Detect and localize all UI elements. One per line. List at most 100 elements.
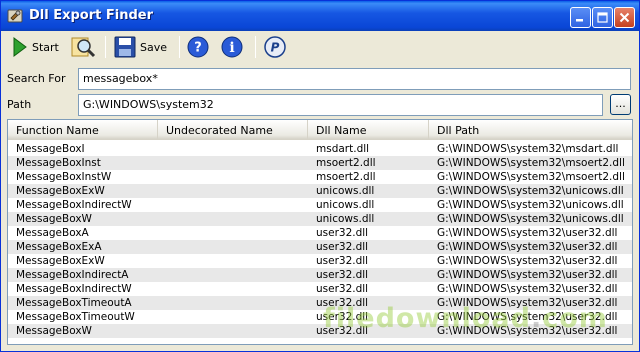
svg-text:P: P bbox=[271, 41, 280, 55]
dll-name-cell: user32.dll bbox=[316, 283, 369, 295]
table-row[interactable]: MessageBoxIndirectW unicows.dll G:\WINDOWS… bbox=[8, 198, 632, 212]
function-name-cell: MessageBoxA bbox=[16, 227, 89, 239]
undecorated-name-cell bbox=[166, 226, 312, 240]
app-window: Dll Export Finder Start Save ? i P Searc… bbox=[0, 0, 640, 352]
undecorated-name-cell bbox=[166, 184, 312, 198]
window-title: Dll Export Finder bbox=[29, 8, 154, 23]
save-button[interactable]: Save bbox=[114, 34, 167, 60]
undecorated-name-cell bbox=[166, 156, 312, 170]
list-header: Function Name Undecorated Name Dll Name … bbox=[8, 120, 632, 140]
table-row[interactable]: MessageBoxI msdart.dll G:\WINDOWS\system32… bbox=[8, 142, 632, 156]
function-name-cell: MessageBoxTimeoutW bbox=[16, 311, 135, 323]
table-row[interactable]: MessageBoxIndirectA user32.dll G:\WINDOWS\… bbox=[8, 268, 632, 282]
dll-name-cell: msoert2.dll bbox=[316, 157, 376, 169]
column-header-dll-name[interactable]: Dll Name bbox=[308, 120, 429, 140]
dll-name-cell: user32.dll bbox=[316, 241, 369, 253]
table-row[interactable]: MessageBoxExW user32.dll G:\WINDOWS\system… bbox=[8, 254, 632, 268]
function-name-cell: MessageBoxIndirectA bbox=[16, 269, 129, 281]
function-name-cell: MessageBoxExA bbox=[16, 241, 102, 253]
maximize-button[interactable] bbox=[592, 7, 613, 28]
undecorated-name-cell bbox=[166, 198, 312, 212]
dll-path-cell: G:\WINDOWS\system32\user32.dll bbox=[437, 283, 618, 295]
floppy-icon bbox=[114, 36, 136, 58]
paypal-icon: P bbox=[264, 36, 286, 58]
undecorated-name-cell bbox=[166, 240, 312, 254]
column-header-function-name[interactable]: Function Name bbox=[8, 120, 158, 140]
dll-name-cell: user32.dll bbox=[316, 269, 369, 281]
path-input[interactable]: G:\WINDOWS\system32 bbox=[78, 94, 603, 116]
toolbar-separator bbox=[255, 36, 256, 58]
function-name-cell: MessageBoxI bbox=[16, 143, 85, 155]
play-icon bbox=[13, 37, 27, 57]
undecorated-name-cell bbox=[166, 170, 312, 184]
dll-name-cell: msdart.dll bbox=[316, 143, 370, 155]
search-for-label: Search For bbox=[7, 72, 66, 85]
function-name-cell: MessageBoxExW bbox=[16, 185, 105, 197]
table-row[interactable]: MessageBoxIndirectW user32.dll G:\WINDOWS\… bbox=[8, 282, 632, 296]
function-name-cell: MessageBoxW bbox=[16, 325, 92, 337]
minimize-icon bbox=[576, 19, 583, 22]
dll-path-cell: G:\WINDOWS\system32\user32.dll bbox=[437, 269, 618, 281]
path-label: Path bbox=[7, 98, 32, 111]
watermark-text: filedownload bbox=[323, 303, 531, 334]
search-button[interactable] bbox=[70, 34, 96, 60]
dll-path-cell: G:\WINDOWS\system32\user32.dll bbox=[437, 227, 618, 239]
column-header-undecorated-name[interactable]: Undecorated Name bbox=[158, 120, 308, 140]
minimize-button[interactable] bbox=[570, 7, 591, 28]
dll-path-cell: G:\WINDOWS\system32\unicows.dll bbox=[437, 213, 624, 225]
table-row[interactable]: MessageBoxInstW msoert2.dll G:\WINDOWS\sys… bbox=[8, 170, 632, 184]
toolbar-separator bbox=[179, 36, 180, 58]
table-row[interactable]: MessageBoxInst msoert2.dll G:\WINDOWS\syst… bbox=[8, 156, 632, 170]
table-row[interactable]: MessageBoxExW unicows.dll G:\WINDOWS\syste… bbox=[8, 184, 632, 198]
undecorated-name-cell bbox=[166, 324, 312, 338]
search-input[interactable]: messagebox* bbox=[78, 68, 631, 90]
browse-button[interactable]: ... bbox=[610, 94, 631, 115]
info-button[interactable]: i bbox=[221, 34, 243, 60]
paypal-button[interactable]: P bbox=[264, 34, 286, 60]
function-name-cell: MessageBoxW bbox=[16, 213, 92, 225]
dll-name-cell: unicows.dll bbox=[316, 213, 375, 225]
help-icon: ? bbox=[187, 36, 209, 58]
undecorated-name-cell bbox=[166, 310, 312, 324]
table-row[interactable]: MessageBoxW unicows.dll G:\WINDOWS\system3… bbox=[8, 212, 632, 226]
dll-path-cell: G:\WINDOWS\system32\unicows.dll bbox=[437, 199, 624, 211]
dll-path-cell: G:\WINDOWS\system32\msoert2.dll bbox=[437, 157, 625, 169]
dll-name-cell: user32.dll bbox=[316, 255, 369, 267]
dll-name-cell: unicows.dll bbox=[316, 199, 375, 211]
svg-text:i: i bbox=[229, 40, 234, 56]
function-name-cell: MessageBoxInstW bbox=[16, 171, 112, 183]
app-tool-icon[interactable] bbox=[7, 8, 23, 24]
function-name-cell: MessageBoxTimeoutA bbox=[16, 297, 132, 309]
save-label: Save bbox=[140, 40, 168, 54]
function-name-cell: MessageBoxInst bbox=[16, 157, 101, 169]
undecorated-name-cell bbox=[166, 282, 312, 296]
watermark-text: com bbox=[542, 303, 608, 334]
undecorated-name-cell bbox=[166, 212, 312, 226]
maximize-icon bbox=[597, 12, 608, 23]
svg-text:?: ? bbox=[194, 41, 202, 56]
watermark-logo: filedownload.com bbox=[323, 303, 608, 334]
dll-name-cell: unicows.dll bbox=[316, 185, 375, 197]
close-icon bbox=[619, 12, 630, 23]
table-row[interactable]: MessageBoxA user32.dll G:\WINDOWS\system32… bbox=[8, 226, 632, 240]
dll-path-cell: G:\WINDOWS\system32\msoert2.dll bbox=[437, 171, 625, 183]
start-button[interactable]: Start bbox=[12, 34, 59, 60]
dll-name-cell: msoert2.dll bbox=[316, 171, 376, 183]
undecorated-name-cell bbox=[166, 268, 312, 282]
undecorated-name-cell bbox=[166, 254, 312, 268]
function-name-cell: MessageBoxExW bbox=[16, 255, 105, 267]
info-icon: i bbox=[221, 36, 243, 58]
table-row[interactable]: MessageBoxExA user32.dll G:\WINDOWS\system… bbox=[8, 240, 632, 254]
dll-path-cell: G:\WINDOWS\system32\user32.dll bbox=[437, 255, 618, 267]
magnifier-icon bbox=[71, 37, 96, 58]
start-label: Start bbox=[32, 40, 59, 54]
undecorated-name-cell bbox=[166, 142, 312, 156]
watermark-dot: . bbox=[530, 303, 543, 334]
column-header-dll-path[interactable]: Dll Path bbox=[429, 120, 632, 140]
toolbar: Start Save ? i P bbox=[2, 32, 638, 62]
close-button[interactable] bbox=[614, 7, 635, 28]
title-bar[interactable]: Dll Export Finder bbox=[1, 1, 639, 31]
undecorated-name-cell bbox=[166, 296, 312, 310]
help-button[interactable]: ? bbox=[187, 34, 209, 60]
function-name-cell: MessageBoxIndirectW bbox=[16, 283, 132, 295]
